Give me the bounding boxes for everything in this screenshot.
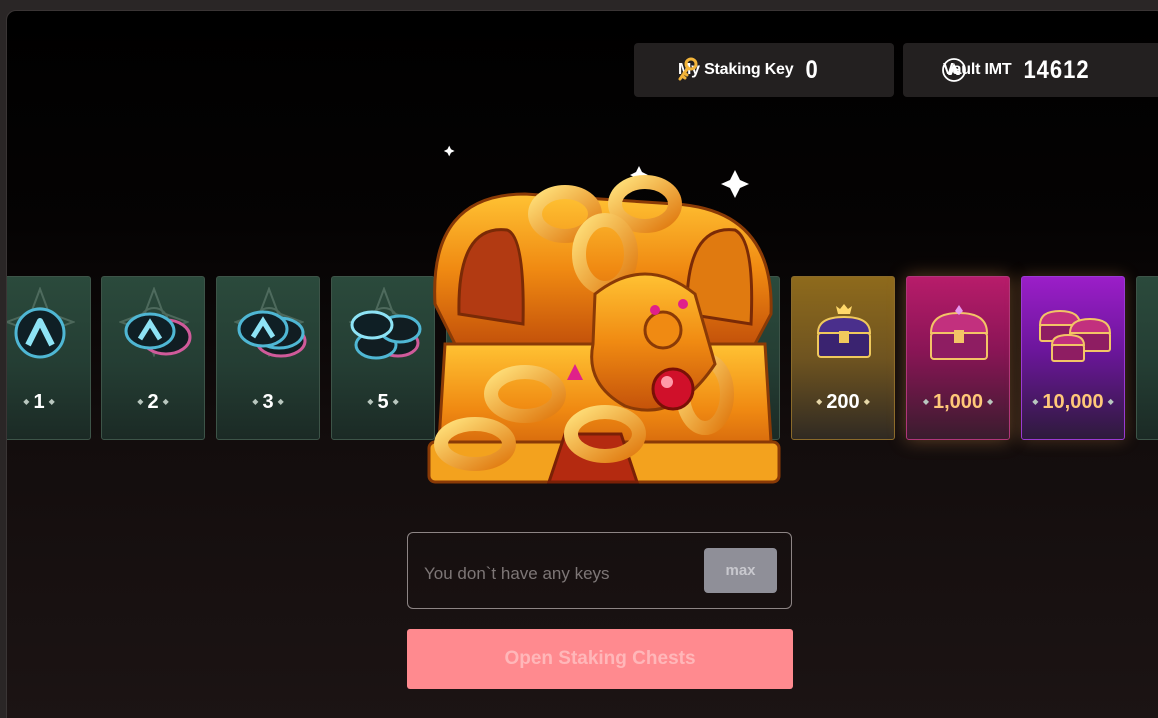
staking-panel: My Staking Key 0 Vault IMT 14612 1 [6,10,1158,718]
reward-amount: 2 [102,391,204,414]
reward-amount: 10,000 [1022,391,1124,414]
key-icon [678,57,698,81]
golden-chained-chest-icon [427,145,781,484]
single-coin-icon [14,307,66,359]
open-staking-chests-button[interactable]: Open Staking Chests [407,629,793,689]
key-amount-input[interactable]: You don`t have any keys max [407,532,792,609]
reward-amount: 1 [7,391,90,414]
pink-chest-icon [929,305,989,360]
reward-card-2[interactable]: 2 [101,276,205,440]
reward-card-200[interactable]: 200 [791,276,895,440]
reward-card-next[interactable] [1136,276,1158,440]
max-button[interactable]: max [704,548,777,593]
vault-imt-value: 14612 [1023,55,1090,84]
vault-imt-pill: Vault IMT 14612 [903,43,1158,97]
coin-stack-icon [237,310,307,358]
purple-chest-icon [816,304,872,358]
key-input-placeholder: You don`t have any keys [424,564,610,583]
reward-card-3[interactable]: 3 [216,276,320,440]
reward-amount: 1,000 [907,391,1009,414]
imt-token-icon [942,58,966,82]
my-staking-key-pill: My Staking Key 0 [634,43,894,97]
my-staking-key-value: 0 [805,55,819,84]
chest-pile-icon [1038,309,1112,362]
reward-card-1[interactable]: 1 [7,276,91,440]
reward-card-10000[interactable]: 10,000 [1021,276,1125,440]
reward-card-1000[interactable]: 1,000 [906,276,1010,440]
coin-pair-icon [124,312,192,356]
reward-amount: 200 [792,391,894,414]
reward-amount: 3 [217,391,319,414]
